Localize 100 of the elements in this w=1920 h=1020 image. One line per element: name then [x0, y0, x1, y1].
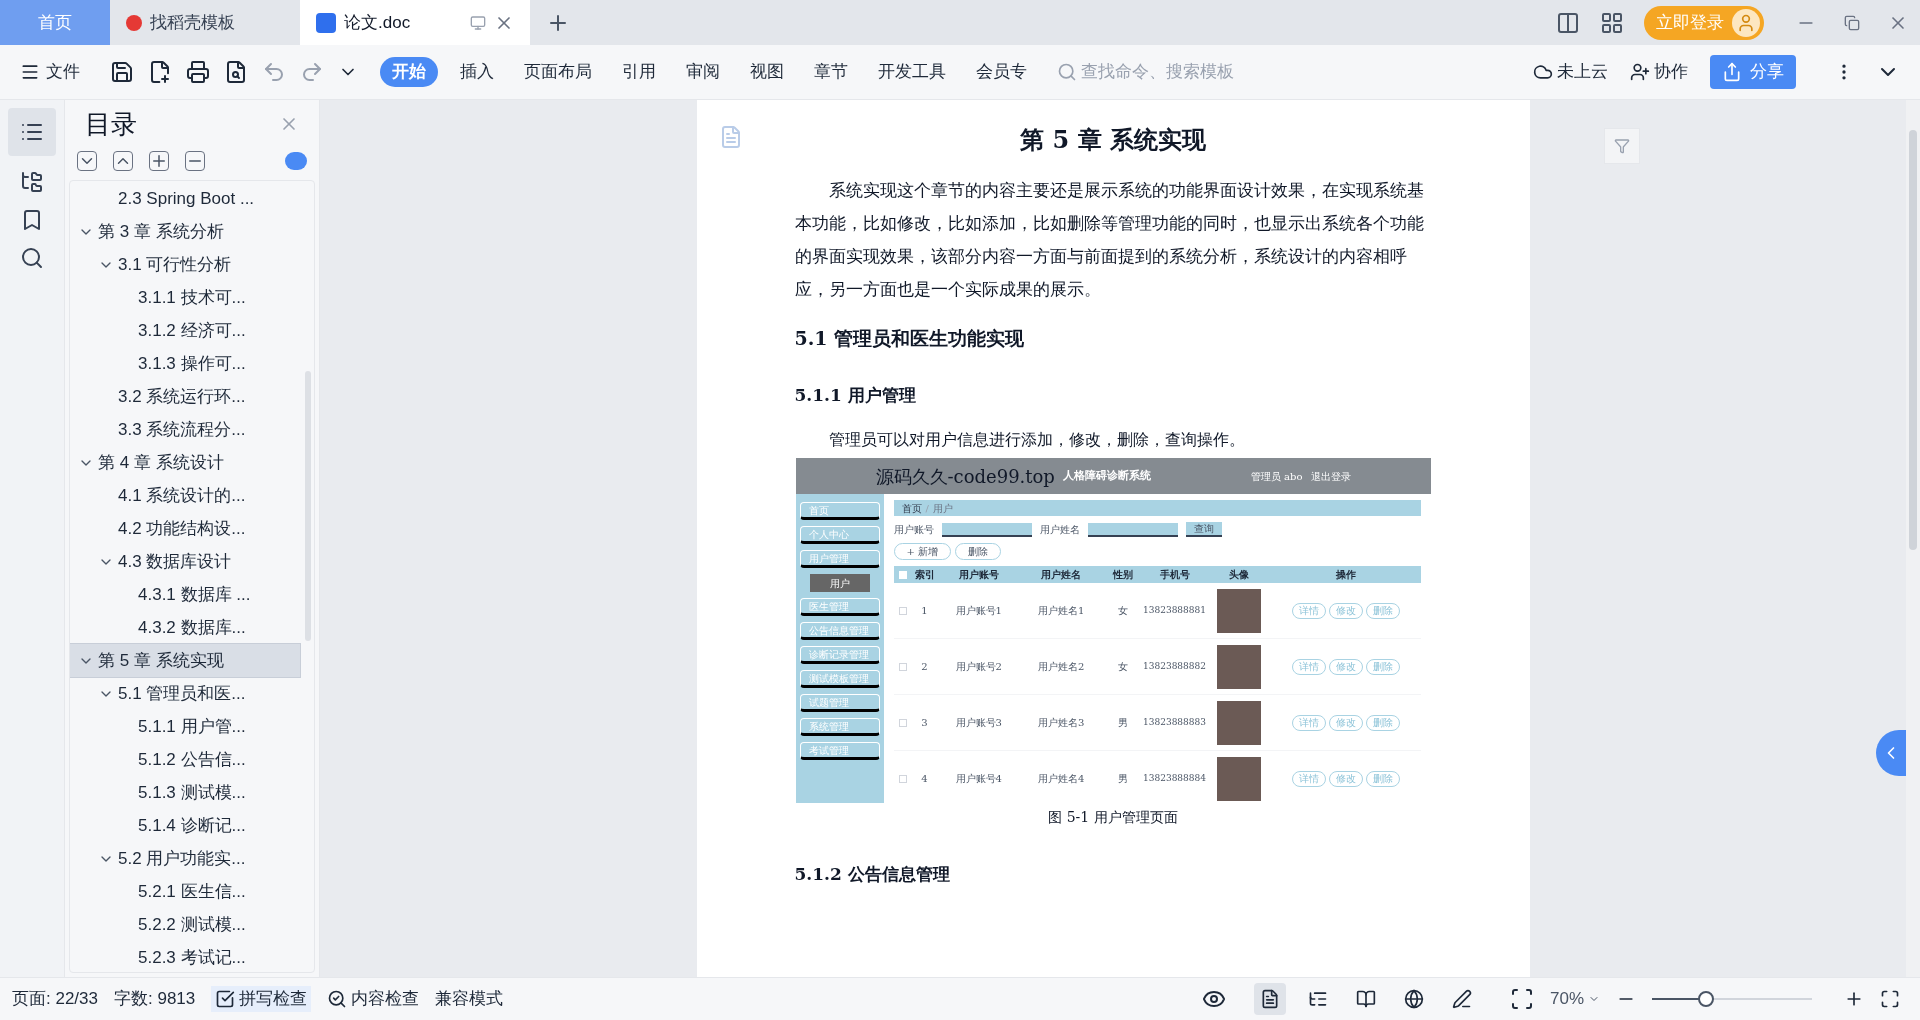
- ribbon-tab[interactable]: 页面布局: [516, 57, 600, 87]
- search-input[interactable]: [941, 522, 1032, 537]
- row-checkbox[interactable]: [898, 774, 907, 783]
- search-icon: [1057, 62, 1077, 82]
- zoom-slider-thumb[interactable]: [1698, 991, 1715, 1007]
- spell-check-button[interactable]: 拼写检查: [211, 986, 312, 1012]
- scrollbar[interactable]: [305, 371, 311, 641]
- toc-item[interactable]: 第 4 章 系统设计: [70, 446, 300, 479]
- expand-all-icon[interactable]: [77, 151, 97, 171]
- ribbon-tab[interactable]: 章节: [806, 57, 856, 87]
- admin-label: 管理员 abo: [1250, 469, 1303, 484]
- toc-item[interactable]: 5.1 管理员和医...: [70, 677, 300, 710]
- table-cell-text: 用户姓名1: [1037, 604, 1086, 618]
- header-checkbox[interactable]: [898, 570, 907, 579]
- restore-icon[interactable]: [1844, 14, 1860, 31]
- ribbon-tab[interactable]: 会员专: [968, 57, 1035, 87]
- collapse-all-icon[interactable]: [113, 151, 133, 171]
- toc-item[interactable]: 4.3 数据库设计: [70, 545, 300, 578]
- toc-item[interactable]: 4.3.2 数据库...: [70, 611, 300, 644]
- row-checkbox[interactable]: [898, 606, 907, 615]
- document-tab[interactable]: 论文.doc: [300, 0, 530, 45]
- collaborate-button[interactable]: 协作: [1630, 59, 1688, 85]
- menu-icon[interactable]: [20, 62, 40, 82]
- toc-panel-button[interactable]: [8, 108, 56, 156]
- sidebar-menu-item[interactable]: 用户: [809, 574, 870, 592]
- table-cell-text: 男: [1116, 716, 1129, 730]
- query-button[interactable]: 查询: [1185, 522, 1222, 537]
- search-icon[interactable]: [20, 246, 44, 270]
- grid-icon[interactable]: [1600, 10, 1624, 35]
- breadcrumb-current: 用户: [932, 501, 953, 516]
- toc-item[interactable]: 5.2.1 医生信...: [70, 875, 300, 908]
- ribbon-tab[interactable]: 开发工具: [870, 57, 954, 87]
- toc-item[interactable]: 5.2 用户功能实...: [70, 842, 300, 875]
- site-title: 源码久久-code99.top: [875, 464, 1055, 489]
- minus-icon[interactable]: [185, 151, 205, 171]
- row-checkbox[interactable]: [898, 718, 907, 727]
- toc-item[interactable]: 4.3.1 数据库 ...: [70, 578, 300, 611]
- content-check-button[interactable]: 内容检查: [327, 986, 420, 1012]
- body-paragraph: 管理员可以对用户信息进行添加，修改，删除，查询操作。: [827, 429, 1246, 451]
- toc-item[interactable]: 3.1.1 技术可...: [70, 281, 300, 314]
- add-user-icon: [1630, 62, 1650, 82]
- toc-item[interactable]: 5.1.2 公告信...: [70, 743, 300, 776]
- plus-icon[interactable]: [149, 151, 169, 171]
- toc-title: 目录: [85, 107, 137, 141]
- toc-item[interactable]: 5.1.1 用户管...: [70, 710, 300, 743]
- toc-item[interactable]: 3.1.2 经济可...: [70, 314, 300, 347]
- toc-item[interactable]: 第 5 章 系统实现: [70, 644, 300, 677]
- ribbon-tab[interactable]: 插入: [452, 57, 502, 87]
- toc-item[interactable]: 3.3 系统流程分...: [70, 413, 300, 446]
- ribbon-tab[interactable]: 视图: [742, 57, 792, 87]
- ribbon-tab[interactable]: 引用: [614, 57, 664, 87]
- toc-item[interactable]: 2.3 Spring Boot ...: [70, 182, 300, 215]
- table-cell-text: 男: [1116, 772, 1129, 786]
- toc-item[interactable]: 5.1.4 诊断记...: [70, 809, 300, 842]
- fullscreen-icon[interactable]: [1880, 989, 1900, 1009]
- breadcrumb-link[interactable]: 首页: [901, 500, 922, 516]
- view-mode-button[interactable]: [1253, 983, 1286, 1015]
- toc-item[interactable]: 3.2 系统运行环...: [70, 380, 300, 413]
- side-panel-toggle[interactable]: [1876, 730, 1906, 776]
- magnifier-check-icon: [327, 989, 348, 1009]
- toc-item[interactable]: 4.2 功能结构设...: [70, 512, 300, 545]
- monitor-icon[interactable]: [470, 14, 486, 31]
- toc-item[interactable]: 3.1 可行性分析: [70, 248, 300, 281]
- cloud-status[interactable]: 未上云: [1533, 59, 1608, 85]
- view-icon: [1451, 989, 1472, 1009]
- table-cell-text: 用户姓名3: [1037, 716, 1086, 730]
- avatar-photo-placeholder: [1216, 700, 1261, 745]
- table-cell-text: 用户账号2: [954, 660, 1003, 674]
- toc-item[interactable]: 4.1 系统设计的...: [70, 479, 300, 512]
- save-icon[interactable]: [110, 60, 134, 84]
- toc-item[interactable]: 5.2.3 考试记...: [70, 941, 300, 972]
- preview-icon[interactable]: [224, 60, 248, 84]
- toc-item[interactable]: 3.1.3 操作可...: [70, 347, 300, 380]
- table-cell-text: 3: [920, 716, 929, 730]
- zoom-slider[interactable]: [1652, 991, 1812, 1007]
- column-header: 手机号: [1158, 568, 1191, 582]
- file-menu[interactable]: 文件: [46, 59, 80, 85]
- avatar-photo-placeholder: [1216, 588, 1261, 633]
- layout-icon[interactable]: [1556, 10, 1580, 35]
- compatibility-mode-label: 兼容模式: [435, 988, 504, 1011]
- fit-page-icon[interactable]: [1509, 987, 1534, 1011]
- word-count[interactable]: 字数: 9813: [114, 986, 196, 1012]
- row-checkbox[interactable]: [898, 662, 907, 671]
- search-label: 用户姓名: [1039, 523, 1080, 537]
- zoom-dropdown[interactable]: 70%: [1549, 986, 1600, 1012]
- toc-item[interactable]: 5.2.2 测试模...: [70, 908, 300, 941]
- navigation-icon[interactable]: [20, 170, 44, 194]
- more-options-icon[interactable]: [285, 152, 307, 170]
- table-cell-text: 用户账号4: [954, 772, 1003, 786]
- table-cell-text: 女: [1116, 604, 1129, 618]
- page-count[interactable]: 页面: 22/33: [12, 986, 98, 1012]
- scrollbar[interactable]: [1909, 130, 1917, 550]
- cloud-icon: [1533, 62, 1553, 82]
- toc-item[interactable]: 第 3 章 系统分析: [70, 215, 300, 248]
- export-icon[interactable]: [148, 60, 172, 84]
- column-header: 用户账号: [957, 568, 1000, 582]
- search-input[interactable]: [1087, 522, 1178, 537]
- toc-item[interactable]: 5.1.3 测试模...: [70, 776, 300, 809]
- print-icon[interactable]: [186, 60, 210, 84]
- ribbon-tab[interactable]: 审阅: [678, 57, 728, 87]
